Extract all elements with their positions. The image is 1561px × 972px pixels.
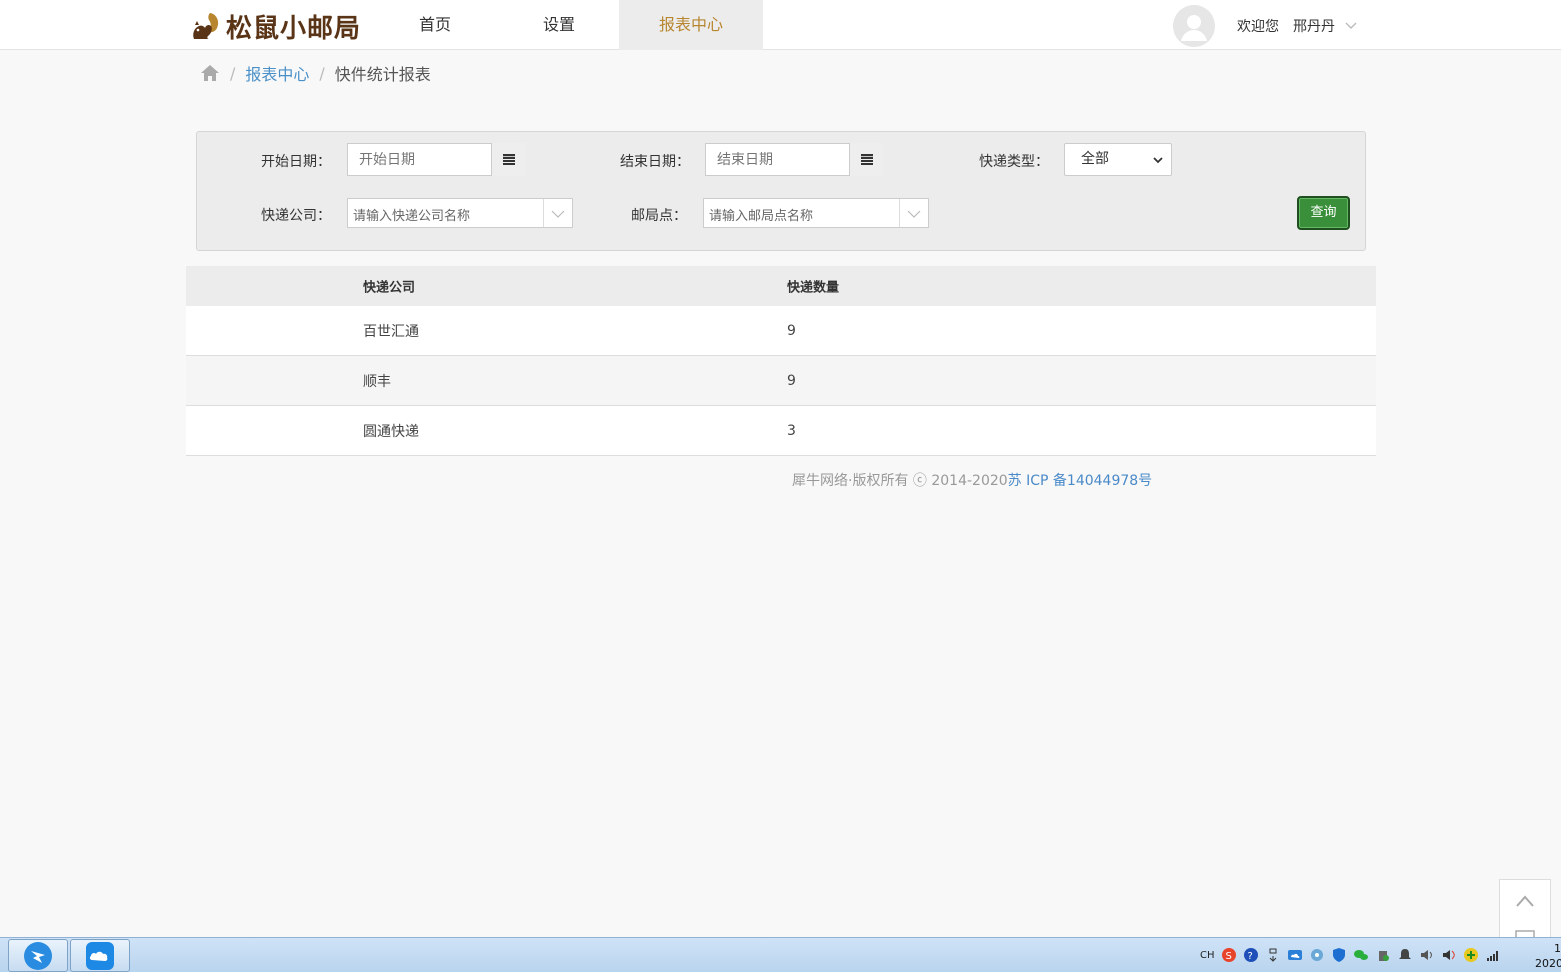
breadcrumb-report-center[interactable]: 报表中心: [245, 61, 309, 85]
cell-company: 圆通快递: [363, 423, 419, 440]
end-date-label: 结束日期：: [620, 154, 690, 170]
ime-indicator[interactable]: CH: [1200, 950, 1215, 961]
system-clock[interactable]: 1 2020: [1535, 941, 1561, 971]
post-office-combo[interactable]: 请输入邮局点名称: [703, 198, 929, 228]
network-switch-icon[interactable]: [1265, 947, 1281, 963]
nav-report-center[interactable]: 报表中心: [619, 0, 763, 50]
cloud-app-icon: [86, 941, 114, 970]
breadcrumb: / 报表中心 / 快件统计报表: [200, 62, 431, 84]
footer-icp-link[interactable]: 苏 ICP 备14044978号: [1008, 473, 1153, 489]
courier-company-placeholder: 请输入快递公司名称: [353, 209, 471, 224]
footer-copyright: 犀牛网络·版权所有 ⓒ 2014-2020: [792, 473, 1008, 489]
calendar-icon: [502, 154, 515, 165]
welcome-text: 欢迎您: [1237, 19, 1279, 35]
start-date-label: 开始日期：: [261, 154, 331, 170]
post-office-label: 邮局点：: [631, 208, 687, 224]
squirrel-logo-icon: [193, 13, 219, 39]
usb-device-icon[interactable]: [1375, 947, 1391, 963]
sogou-ime-icon[interactable]: S: [1221, 947, 1237, 963]
home-icon[interactable]: [200, 64, 220, 82]
user-silhouette-icon: [1173, 5, 1215, 47]
shield-icon[interactable]: [1331, 947, 1347, 963]
start-date-input[interactable]: [347, 143, 492, 176]
security-plus-icon[interactable]: [1463, 947, 1479, 963]
query-button[interactable]: 查询: [1297, 196, 1350, 230]
express-type-label: 快递类型：: [979, 154, 1049, 170]
chevron-down-icon[interactable]: [1344, 18, 1358, 32]
combo-divider: [543, 199, 544, 227]
cell-count: 3: [787, 422, 796, 439]
post-office-placeholder: 请输入邮局点名称: [709, 209, 814, 224]
breadcrumb-separator: /: [230, 63, 236, 83]
stats-table: 快递公司 快递数量 百世汇通 9 顺丰 9 圆通快递 3: [186, 266, 1376, 456]
os-taskbar: CH S ? 1 2020: [0, 937, 1561, 972]
table-row: 圆通快递 3: [186, 406, 1376, 456]
volume-icon[interactable]: [1441, 947, 1457, 963]
speaker-mute-icon[interactable]: [1419, 947, 1435, 963]
chevron-down-icon: [1153, 157, 1163, 164]
breadcrumb-current: 快件统计报表: [334, 65, 431, 84]
cell-company: 顺丰: [363, 373, 391, 390]
table-header: 快递公司 快递数量: [186, 266, 1376, 306]
cell-company: 百世汇通: [363, 323, 419, 340]
table-row: 百世汇通 9: [186, 306, 1376, 356]
svg-text:S: S: [1225, 951, 1231, 962]
wechat-icon[interactable]: [1353, 947, 1369, 963]
flower-icon[interactable]: [1309, 947, 1325, 963]
system-tray: CH S ?: [1200, 944, 1507, 966]
chevron-up-icon: [1516, 895, 1534, 907]
chevron-down-icon[interactable]: [551, 208, 565, 220]
clock-date: 2020: [1535, 957, 1561, 970]
back-to-top-button[interactable]: [1499, 879, 1551, 925]
clock-time: 1: [1554, 942, 1561, 955]
footer: 犀牛网络·版权所有 ⓒ 2014-2020苏 ICP 备14044978号: [792, 470, 1152, 490]
username[interactable]: 邢丹丹: [1293, 16, 1335, 36]
top-navbar: 松鼠小邮局 首页 设置 报表中心 欢迎您 邢丹丹: [0, 0, 1561, 50]
cell-count: 9: [787, 322, 796, 339]
taskbar-app-dingtalk[interactable]: [8, 939, 68, 972]
notification-bell-icon[interactable]: [1397, 947, 1413, 963]
onedrive-icon[interactable]: [1287, 947, 1303, 963]
calendar-icon: [860, 154, 873, 165]
nav-home[interactable]: 首页: [375, 0, 495, 50]
breadcrumb-separator: /: [319, 63, 325, 83]
avatar[interactable]: [1173, 5, 1215, 47]
end-date-calendar-button[interactable]: [850, 143, 883, 176]
courier-company-combo[interactable]: 请输入快递公司名称: [347, 198, 573, 228]
express-type-value: 全部: [1081, 151, 1109, 167]
help-icon[interactable]: ?: [1243, 947, 1259, 963]
signal-bars-icon[interactable]: [1485, 947, 1501, 963]
dingtalk-icon: [24, 941, 52, 970]
start-date-calendar-button[interactable]: [492, 143, 525, 176]
cell-count: 9: [787, 372, 796, 389]
end-date-input[interactable]: [705, 143, 850, 176]
nav-settings[interactable]: 设置: [499, 0, 619, 50]
logo-text: 松鼠小邮局: [226, 13, 362, 44]
logo[interactable]: 松鼠小邮局: [188, 8, 361, 44]
taskbar-app-cloud[interactable]: [70, 939, 130, 972]
combo-divider: [899, 199, 900, 227]
chevron-down-icon[interactable]: [907, 208, 921, 220]
header-courier-company[interactable]: 快递公司: [363, 277, 415, 296]
courier-company-label: 快递公司：: [261, 208, 331, 224]
express-type-select[interactable]: 全部: [1064, 143, 1172, 176]
table-row: 顺丰 9: [186, 356, 1376, 406]
main-nav: 首页 设置 报表中心: [375, 0, 763, 50]
header-count[interactable]: 快递数量: [787, 277, 839, 296]
svg-text:?: ?: [1247, 951, 1252, 962]
filter-panel: 开始日期： 结束日期： 快递类型： 全部 快递公司： 请输入快递公司名称: [196, 131, 1366, 251]
